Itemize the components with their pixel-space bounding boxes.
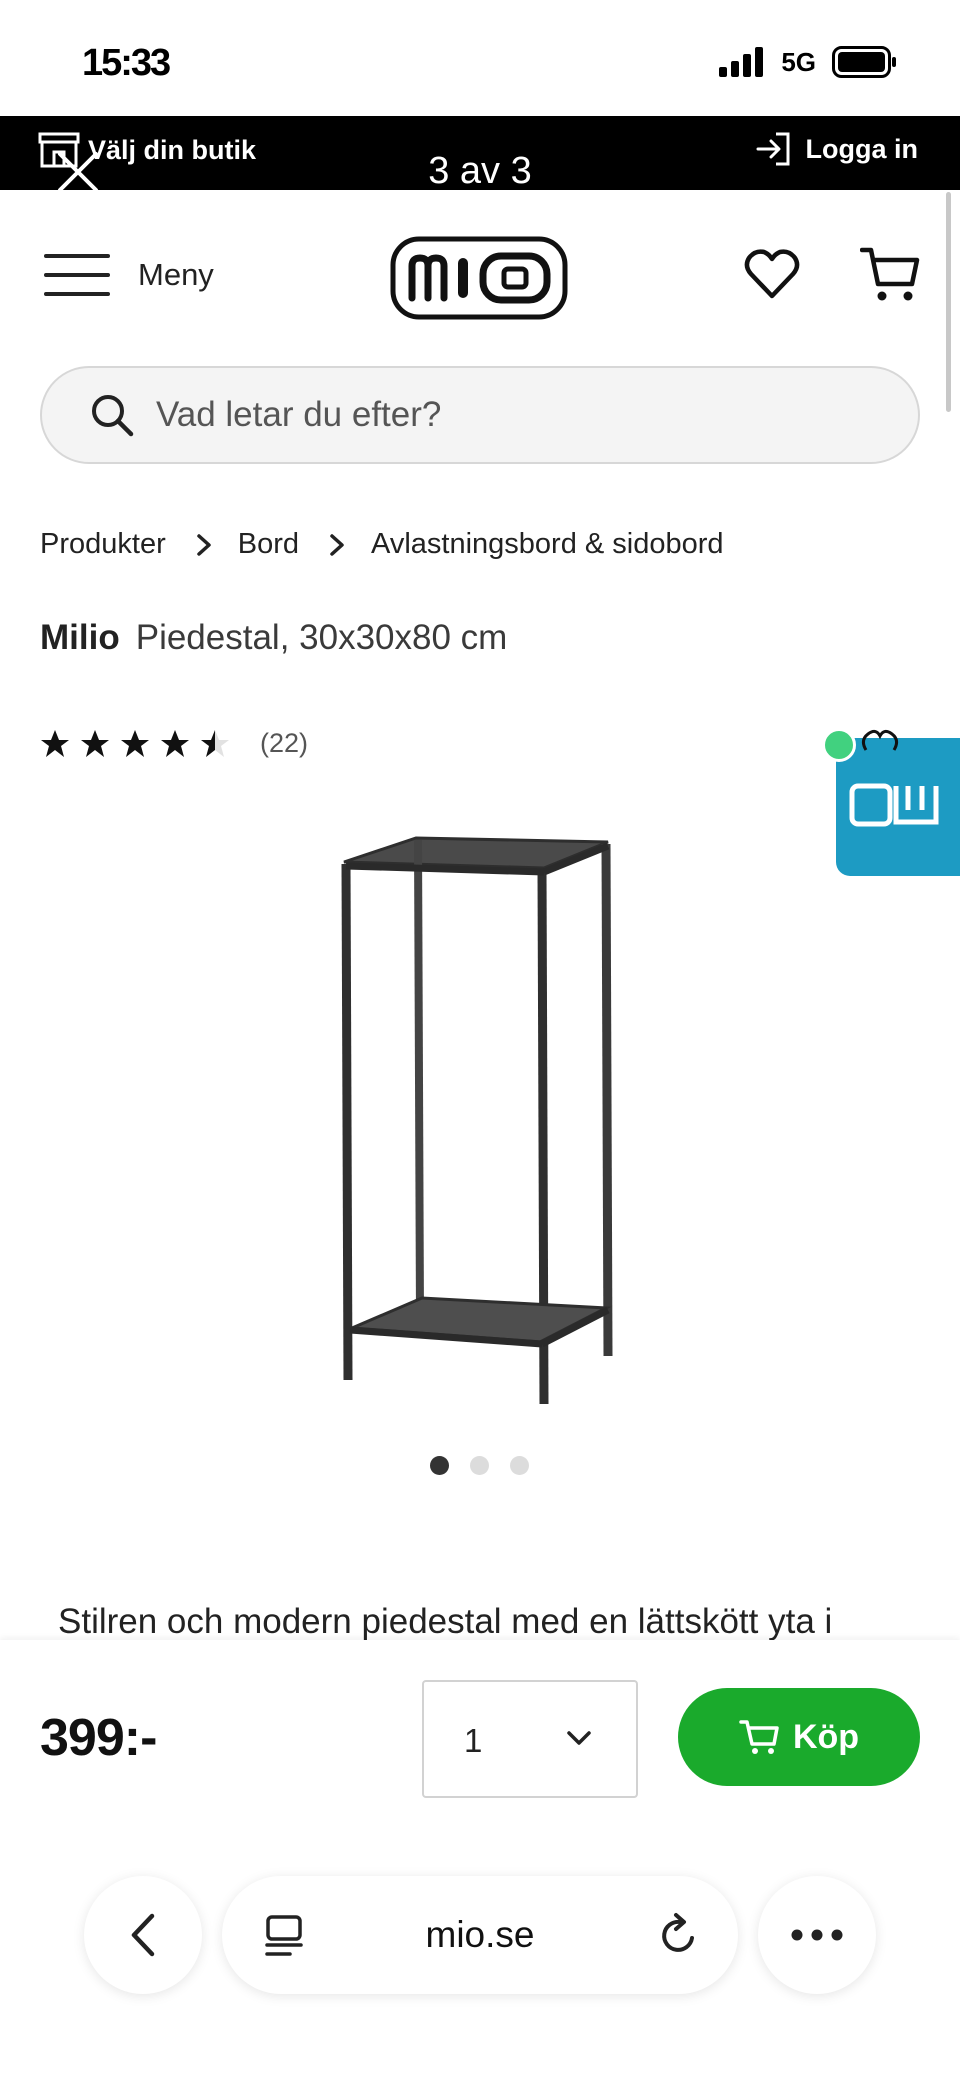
- star-half-icon: [201, 729, 229, 757]
- login-icon: [756, 132, 790, 166]
- breadcrumb-item-tables[interactable]: Bord: [238, 528, 299, 561]
- star-full-icon: [121, 729, 149, 757]
- status-bar: 15:33 5G: [0, 0, 960, 116]
- battery-icon: [832, 46, 896, 78]
- rating-stars: [40, 729, 240, 759]
- breadcrumb: Produkter Bord Avlastningsbord & sidobor…: [40, 528, 724, 561]
- buy-label: Köp: [792, 1717, 860, 1756]
- browser-back-button[interactable]: [84, 1876, 202, 1994]
- page-scrollbar[interactable]: [946, 192, 951, 412]
- breadcrumb-item-side-tables[interactable]: Avlastningsbord & sidobord: [371, 528, 724, 561]
- heart-outline-icon: [860, 728, 900, 759]
- browser-address-bar[interactable]: mio.se: [222, 1876, 738, 1994]
- menu-label: Meny: [138, 257, 214, 292]
- menu-button[interactable]: Meny: [44, 252, 214, 298]
- star-full-icon: [41, 729, 69, 757]
- buy-button[interactable]: Köp: [678, 1688, 920, 1786]
- chevron-left-icon: [131, 1913, 155, 1957]
- carousel-dot[interactable]: [430, 1456, 449, 1475]
- reload-icon[interactable]: [658, 1912, 700, 1958]
- mio-logo[interactable]: [390, 236, 568, 320]
- signal-icon: [719, 47, 764, 77]
- more-icon: [791, 1929, 843, 1941]
- product-rating[interactable]: (22): [40, 728, 308, 759]
- chevron-right-icon: [329, 533, 345, 557]
- heart-icon: [744, 249, 800, 299]
- top-strip: Välj din butik 3 av 3 Logga in: [0, 116, 960, 192]
- product-title: Milio Piedestal, 30x30x80 cm: [40, 618, 507, 658]
- search-icon: [92, 395, 134, 437]
- product-brand: Milio: [40, 618, 120, 657]
- wishlist-button[interactable]: [744, 248, 800, 305]
- browser-more-button[interactable]: [758, 1876, 876, 1994]
- status-time: 15:33: [82, 42, 171, 84]
- browser-toolbar: mio.se: [0, 1824, 960, 2078]
- login-label: Logga in: [805, 133, 918, 164]
- online-status-dot: [822, 728, 856, 762]
- carousel-dot[interactable]: [470, 1456, 489, 1475]
- quantity-select[interactable]: 1: [422, 1680, 638, 1798]
- login-button[interactable]: Logga in: [754, 130, 918, 168]
- review-count: (22): [260, 728, 309, 758]
- carousel-dot[interactable]: [510, 1456, 529, 1475]
- buy-bar: 399:- 1 Köp: [0, 1640, 960, 1824]
- site-header: Meny: [0, 190, 960, 360]
- status-icons: 5G: [719, 46, 898, 78]
- product-description: Stilren och modern piedestal med en lätt…: [58, 1602, 833, 1641]
- network-label: 5G: [781, 46, 816, 77]
- star-full-icon: [81, 729, 109, 757]
- cart-icon: [739, 1720, 779, 1754]
- star-full-icon: [161, 729, 189, 757]
- search-input[interactable]: [156, 395, 856, 435]
- chevron-down-icon: [567, 1731, 591, 1745]
- breadcrumb-item-products[interactable]: Produkter: [40, 528, 166, 561]
- product-image[interactable]: [330, 820, 630, 1420]
- chevron-right-icon: [196, 533, 212, 557]
- cart-icon: [859, 247, 920, 301]
- image-carousel-dots: [430, 1456, 529, 1475]
- product-price: 399:-: [40, 1709, 157, 1767]
- quantity-value: 1: [464, 1722, 483, 1759]
- cart-button[interactable]: [859, 246, 920, 309]
- search-bar[interactable]: [40, 366, 920, 464]
- hamburger-icon: [44, 254, 110, 296]
- product-name: Piedestal, 30x30x80 cm: [135, 618, 508, 657]
